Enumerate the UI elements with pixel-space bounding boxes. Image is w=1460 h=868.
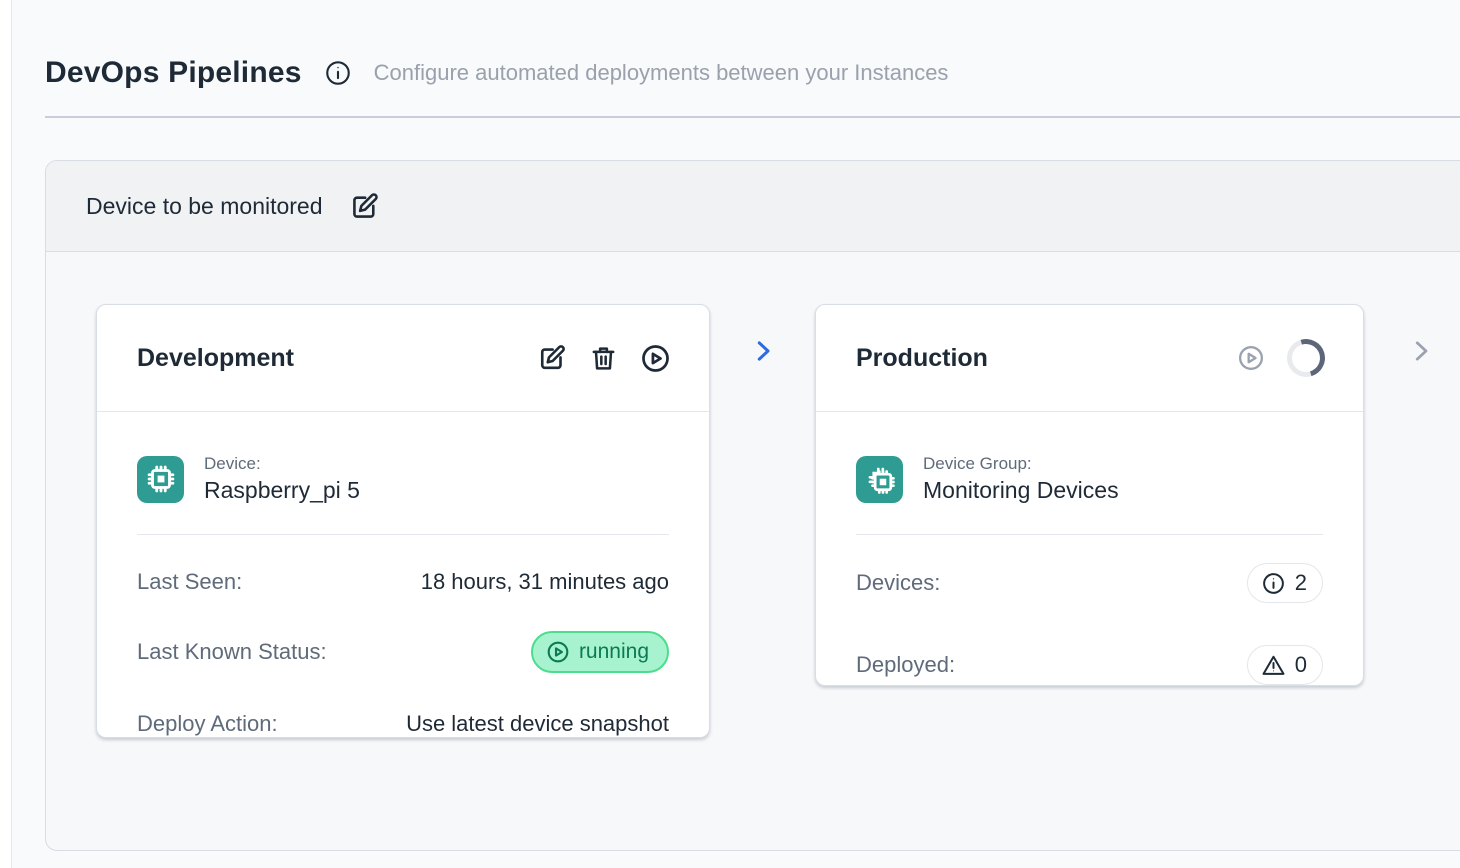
info-circle-icon bbox=[1261, 571, 1286, 596]
deployed-row: Deployed: 0 bbox=[856, 645, 1323, 685]
edit-pipeline-button[interactable] bbox=[349, 191, 380, 222]
info-icon[interactable] bbox=[324, 59, 352, 87]
production-card-body: Device Group: Monitoring Devices Devices… bbox=[816, 412, 1363, 685]
pipeline-stages: Development bbox=[46, 252, 1460, 850]
device-group-meta: Device Group: Monitoring Devices bbox=[923, 454, 1119, 504]
edit-development-button[interactable] bbox=[537, 343, 567, 373]
cpu-chip-group-icon bbox=[856, 456, 903, 503]
run-development-button[interactable] bbox=[640, 343, 671, 374]
next-stage-arrow[interactable] bbox=[1406, 336, 1436, 366]
development-card-body: Device: Raspberry_pi 5 Last Seen: 18 hou… bbox=[97, 412, 709, 737]
status-text: running bbox=[579, 640, 649, 664]
deployed-count-badge[interactable]: 0 bbox=[1247, 645, 1323, 685]
page-header: DevOps Pipelines Configure automated dep… bbox=[12, 0, 1460, 90]
development-title: Development bbox=[137, 344, 294, 373]
play-circle-icon bbox=[546, 640, 570, 664]
development-actions bbox=[537, 343, 671, 374]
deployed-count: 0 bbox=[1295, 652, 1307, 678]
deploy-action-value: Use latest device snapshot bbox=[406, 711, 669, 737]
deploy-action-row: Deploy Action: Use latest device snapsho… bbox=[137, 711, 669, 737]
page-subtitle: Configure automated deployments between … bbox=[374, 60, 949, 86]
pencil-square-icon bbox=[537, 343, 567, 373]
play-circle-icon bbox=[640, 343, 671, 374]
delete-development-button[interactable] bbox=[589, 344, 618, 373]
production-title: Production bbox=[856, 344, 988, 373]
pipeline-title: Device to be monitored bbox=[86, 193, 323, 220]
development-card: Development bbox=[96, 304, 710, 738]
last-seen-row: Last Seen: 18 hours, 31 minutes ago bbox=[137, 569, 669, 595]
devices-row: Devices: 2 bbox=[856, 563, 1323, 603]
status-label: Last Known Status: bbox=[137, 639, 327, 665]
devices-count: 2 bbox=[1295, 570, 1307, 596]
card-divider bbox=[856, 534, 1323, 535]
production-card: Production bbox=[815, 304, 1364, 686]
device-label: Device: bbox=[204, 454, 360, 474]
last-seen-label: Last Seen: bbox=[137, 569, 242, 595]
device-meta: Device: Raspberry_pi 5 bbox=[204, 454, 360, 504]
header-divider bbox=[45, 116, 1460, 118]
production-actions bbox=[1237, 339, 1325, 377]
cpu-chip-icon bbox=[137, 456, 184, 503]
pipeline-panel: Device to be monitored Development bbox=[45, 160, 1460, 851]
pipeline-panel-header: Device to be monitored bbox=[46, 161, 1460, 252]
deployed-label: Deployed: bbox=[856, 652, 955, 678]
device-group-name: Monitoring Devices bbox=[923, 477, 1119, 504]
page: DevOps Pipelines Configure automated dep… bbox=[11, 0, 1460, 868]
status-row: Last Known Status: running bbox=[137, 631, 669, 673]
chevron-right-icon bbox=[748, 336, 778, 366]
development-card-header: Development bbox=[97, 305, 709, 412]
device-name: Raspberry_pi 5 bbox=[204, 477, 360, 504]
production-card-header: Production bbox=[816, 305, 1363, 412]
last-seen-value: 18 hours, 31 minutes ago bbox=[421, 569, 669, 595]
chevron-right-icon bbox=[1406, 336, 1436, 366]
device-row: Device: Raspberry_pi 5 bbox=[137, 454, 669, 504]
device-group-label: Device Group: bbox=[923, 454, 1119, 474]
play-circle-icon bbox=[1237, 344, 1265, 372]
pencil-square-icon bbox=[349, 191, 380, 222]
spinner-icon bbox=[1280, 332, 1331, 383]
run-production-button[interactable] bbox=[1237, 344, 1265, 372]
page-title: DevOps Pipelines bbox=[45, 56, 302, 90]
deploy-action-label: Deploy Action: bbox=[137, 711, 278, 737]
card-divider bbox=[137, 534, 669, 535]
trash-icon bbox=[589, 344, 618, 373]
status-badge: running bbox=[531, 631, 669, 673]
flow-arrow bbox=[710, 336, 815, 366]
devices-count-badge[interactable]: 2 bbox=[1247, 563, 1323, 603]
warning-triangle-icon bbox=[1261, 653, 1286, 678]
devices-label: Devices: bbox=[856, 570, 940, 596]
device-group-row: Device Group: Monitoring Devices bbox=[856, 454, 1323, 504]
